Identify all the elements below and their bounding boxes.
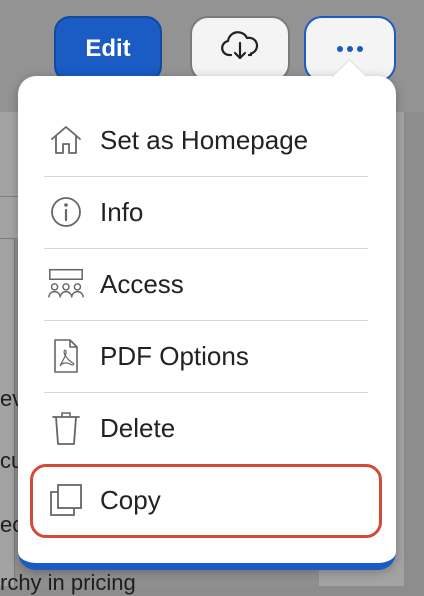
menu-item-label: PDF Options bbox=[100, 340, 249, 371]
menu-item-label: Access bbox=[100, 268, 184, 299]
background-text: rchy in pricing bbox=[0, 570, 136, 595]
trash-icon bbox=[46, 408, 86, 448]
info-icon bbox=[46, 192, 86, 232]
menu-item-access[interactable]: Access bbox=[44, 248, 368, 320]
menu-item-pdf-options[interactable]: PDF Options bbox=[44, 320, 368, 392]
focus-highlight bbox=[30, 464, 382, 538]
download-button[interactable] bbox=[190, 16, 290, 82]
cloud-download-icon bbox=[220, 30, 260, 68]
home-icon bbox=[46, 120, 86, 160]
menu-item-label: Delete bbox=[100, 412, 176, 443]
edit-button-label: Edit bbox=[85, 35, 131, 62]
people-icon bbox=[46, 264, 86, 304]
menu-item-delete[interactable]: Delete bbox=[44, 392, 368, 464]
ellipsis-icon bbox=[335, 40, 365, 58]
menu-item-set-as-homepage[interactable]: Set as Homepage bbox=[44, 104, 368, 176]
pdf-file-icon bbox=[46, 336, 86, 376]
menu-item-label: Info bbox=[100, 196, 144, 227]
menu-item-label: Set as Homepage bbox=[100, 124, 309, 155]
menu-item-info[interactable]: Info bbox=[44, 176, 368, 248]
edit-button[interactable]: Edit bbox=[54, 16, 162, 82]
